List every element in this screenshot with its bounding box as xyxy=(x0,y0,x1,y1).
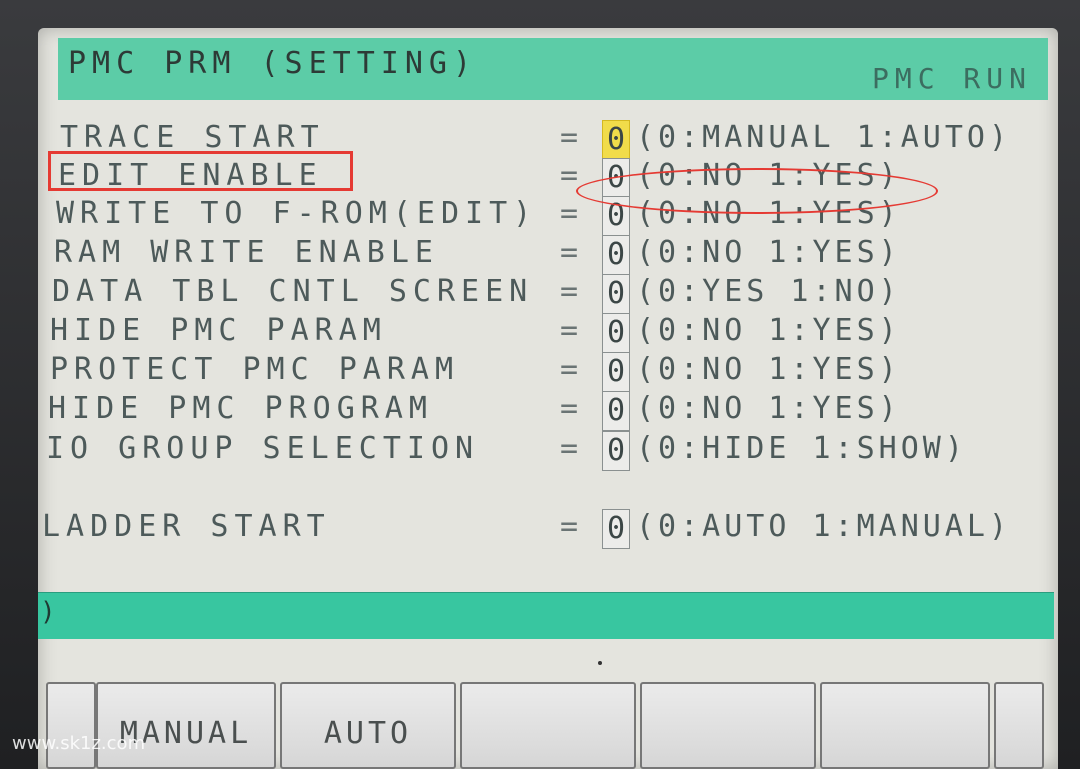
softkey-blank-5[interactable] xyxy=(820,682,990,769)
param-equals: = xyxy=(560,313,579,348)
softkey-auto[interactable]: AUTO xyxy=(280,682,456,769)
param-value-input[interactable]: 0 xyxy=(602,274,630,314)
param-value-input[interactable]: 0 xyxy=(602,120,630,160)
input-prompt: ) xyxy=(40,597,56,627)
param-value-input[interactable]: 0 xyxy=(602,313,630,353)
param-options: (0:NO 1:YES) xyxy=(636,235,901,270)
cnc-screen: PMC PRM (SETTING) PMC RUN TRACE START = … xyxy=(38,28,1058,769)
param-label: HIDE PMC PROGRAM xyxy=(48,391,433,426)
param-value-input[interactable]: 0 xyxy=(602,509,630,549)
param-options: (0:AUTO 1:MANUAL) xyxy=(636,509,1012,544)
key-input-line[interactable]: ) xyxy=(38,592,1054,639)
param-options: (0:YES 1:NO) xyxy=(636,274,901,309)
param-equals: = xyxy=(560,352,579,387)
param-value-input[interactable]: 0 xyxy=(602,235,630,275)
param-value-input[interactable]: 0 xyxy=(602,352,630,392)
param-label: RAM WRITE ENABLE xyxy=(54,235,439,270)
param-label: WRITE TO F-ROM(EDIT) xyxy=(56,196,538,231)
param-options: (0:NO 1:YES) xyxy=(636,313,901,348)
param-equals: = xyxy=(560,391,579,426)
highlight-ellipse-edit-enable-value xyxy=(576,168,938,214)
softkey-label: AUTO xyxy=(323,716,413,751)
watermark: www.sk1z.com xyxy=(12,733,146,754)
param-options: (0:NO 1:YES) xyxy=(636,391,901,426)
param-label: LADDER START xyxy=(42,509,331,544)
param-label: PROTECT PMC PARAM xyxy=(50,352,460,387)
param-row-data-tbl-cntl-screen: DATA TBL CNTL SCREEN = 0 (0:YES 1:NO) xyxy=(38,274,1058,314)
softkey-next[interactable] xyxy=(994,682,1044,769)
softkey-blank-4[interactable] xyxy=(640,682,816,769)
softkey-bar: MANUAL AUTO xyxy=(38,682,1058,769)
softkey-return[interactable] xyxy=(46,682,96,769)
param-label: TRACE START xyxy=(60,120,325,155)
param-value-input[interactable]: 0 xyxy=(602,431,630,471)
param-equals: = xyxy=(560,158,579,193)
param-label: HIDE PMC PARAM xyxy=(50,313,387,348)
softkey-blank-3[interactable] xyxy=(460,682,636,769)
param-row-protect-pmc-param: PROTECT PMC PARAM = 0 (0:NO 1:YES) xyxy=(38,352,1058,392)
param-row-ram-write-enable: RAM WRITE ENABLE = 0 (0:NO 1:YES) xyxy=(38,235,1058,275)
param-equals: = xyxy=(560,274,579,309)
param-label: DATA TBL CNTL SCREEN xyxy=(52,274,534,309)
param-value-input[interactable]: 0 xyxy=(602,391,630,431)
param-equals: = xyxy=(560,196,579,231)
param-equals: = xyxy=(560,431,579,466)
param-options: (0:MANUAL 1:AUTO) xyxy=(636,120,1012,155)
param-equals: = xyxy=(560,509,579,544)
param-row-hide-pmc-param: HIDE PMC PARAM = 0 (0:NO 1:YES) xyxy=(38,313,1058,353)
parameter-list: TRACE START = 0 (0:MANUAL 1:AUTO) EDIT E… xyxy=(38,28,1058,588)
param-options: (0:NO 1:YES) xyxy=(636,352,901,387)
param-row-ladder-start: LADDER START = 0 (0:AUTO 1:MANUAL) xyxy=(38,509,1058,549)
param-equals: = xyxy=(560,120,579,155)
param-row-io-group-selection: IO GROUP SELECTION = 0 (0:HIDE 1:SHOW) xyxy=(38,431,1058,471)
highlight-box-edit-enable xyxy=(48,151,353,191)
param-options: (0:HIDE 1:SHOW) xyxy=(636,431,967,466)
softkey-manual[interactable]: MANUAL xyxy=(96,682,276,769)
param-equals: = xyxy=(560,235,579,270)
param-row-hide-pmc-program: HIDE PMC PROGRAM = 0 (0:NO 1:YES) xyxy=(38,391,1058,431)
screen-dot xyxy=(598,661,602,665)
param-label: IO GROUP SELECTION xyxy=(46,431,480,466)
